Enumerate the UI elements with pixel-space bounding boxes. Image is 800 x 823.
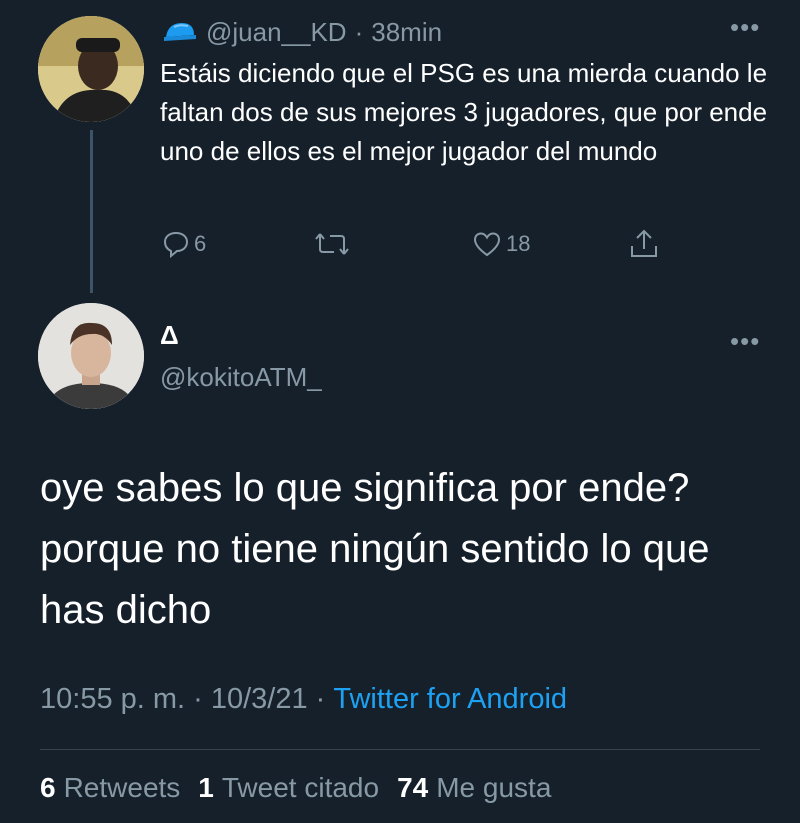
retweets-stat[interactable]: 6 Retweets	[40, 772, 180, 804]
retweet-icon	[315, 233, 349, 255]
tweet-source-link[interactable]: Twitter for Android	[333, 683, 567, 716]
blue-cap-icon	[160, 17, 200, 47]
tweet-text: oye sabes lo que significa por ende? por…	[40, 466, 710, 632]
reply-parent-avatar[interactable]	[38, 16, 144, 122]
quotes-count: 1	[198, 772, 214, 803]
author-avatar[interactable]	[38, 303, 144, 409]
heart-icon	[473, 232, 501, 257]
tweet-stats: 6 Retweets 1 Tweet citado 74 Me gusta	[40, 772, 551, 804]
reply-parent-more-icon[interactable]: •••	[730, 14, 760, 40]
tweet-timestamp: 10:55 p. m. · 10/3/21 ·	[40, 683, 326, 715]
likes-count: 74	[397, 772, 429, 803]
retweets-label: Retweets	[63, 772, 181, 803]
likes-label: Me gusta	[436, 772, 552, 803]
tweet-more-icon[interactable]: •••	[730, 328, 760, 354]
author-handle[interactable]: @kokitoATM_	[160, 362, 322, 393]
share-button[interactable]	[628, 226, 660, 262]
reply-icon	[163, 231, 189, 258]
avatar-photo	[38, 303, 144, 409]
reply-parent-time: 38min	[371, 16, 443, 47]
like-count: 18	[506, 231, 531, 256]
reply-button[interactable]: 6	[162, 226, 206, 262]
likes-stat[interactable]: 74 Me gusta	[397, 772, 551, 804]
reply-parent-handle[interactable]: @juan__KD	[206, 17, 347, 48]
quotes-stat[interactable]: 1 Tweet citado	[198, 772, 379, 804]
divider	[40, 749, 760, 750]
share-icon	[631, 229, 657, 257]
reply-parent-text: Estáis diciendo que el PSG es una mierda…	[160, 58, 768, 166]
retweets-count: 6	[40, 772, 56, 803]
retweet-button[interactable]	[314, 226, 350, 262]
quotes-label: Tweet citado	[221, 772, 380, 803]
like-button[interactable]: 18	[472, 226, 530, 262]
reply-count: 6	[194, 231, 207, 256]
thread-connector-line	[90, 130, 93, 293]
reply-parent-meta: @juan__KD · 38min	[160, 14, 442, 50]
meta-separator: ·	[354, 16, 364, 47]
author-display-name[interactable]: Δ	[160, 320, 179, 351]
tweet-timestamp-row: 10:55 p. m. · 10/3/21 · Twitter for Andr…	[40, 683, 567, 716]
avatar-photo	[38, 16, 144, 122]
